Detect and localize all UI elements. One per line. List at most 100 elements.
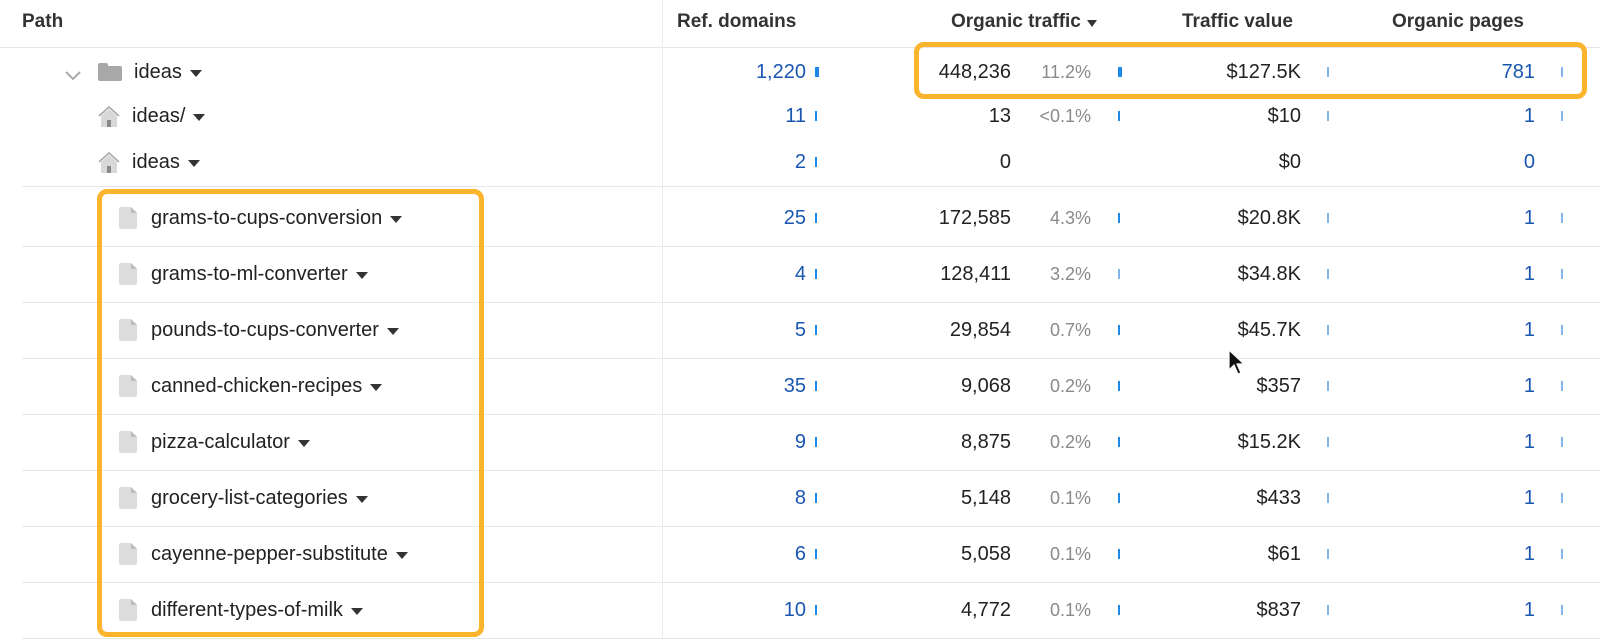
file-icon — [118, 319, 137, 341]
ref-domains-value[interactable]: 1,220 — [756, 60, 806, 84]
dropdown-caret-icon[interactable] — [386, 327, 399, 335]
organic-pages-value[interactable]: 1 — [1524, 542, 1535, 566]
ref-domains-bar — [815, 269, 817, 279]
table-row[interactable]: different-types-of-milk 10 4,772 0.1% $837 1 — [0, 582, 1600, 638]
dropdown-caret-icon[interactable] — [193, 113, 206, 121]
organic-pages-bar — [1561, 605, 1563, 615]
table-row[interactable]: grocery-list-categories 8 5,148 0.1% $433 1 — [0, 470, 1600, 526]
organic-traffic-value: 0 — [999, 151, 1011, 173]
column-header-path[interactable]: Path — [22, 11, 63, 33]
organic-traffic-percent: 0.1% — [1049, 488, 1091, 508]
path-link[interactable]: different-types-of-milk — [151, 598, 343, 622]
organic-traffic-value: 172,585 — [938, 207, 1011, 229]
ref-domains-bar — [815, 213, 817, 223]
organic-pages-value[interactable]: 781 — [1502, 60, 1535, 84]
ref-domains-value[interactable]: 25 — [784, 206, 806, 230]
table-row[interactable]: grams-to-ml-converter 4 128,411 3.2% $34.8K 1 — [0, 246, 1600, 302]
traffic-value: $357 — [1256, 375, 1302, 397]
ref-domains-value[interactable]: 11 — [785, 104, 806, 128]
organic-traffic-percent: <0.1% — [1039, 106, 1091, 126]
dropdown-caret-icon[interactable] — [355, 495, 368, 503]
path-cell: ideas — [64, 60, 202, 84]
ref-domains-value[interactable]: 4 — [795, 262, 806, 286]
ref-domains-value[interactable]: 6 — [795, 542, 806, 566]
organic-traffic-percent: 0.2% — [1049, 432, 1091, 452]
organic-pages-value[interactable]: 1 — [1524, 486, 1535, 510]
path-link[interactable]: pounds-to-cups-converter — [151, 318, 379, 342]
organic-traffic-bar — [1118, 325, 1120, 335]
ref-domains-value[interactable]: 5 — [795, 318, 806, 342]
ref-domains-value[interactable]: 8 — [795, 486, 806, 510]
table-row[interactable]: ideas/11 13 <0.1% $10 1 — [0, 94, 1600, 138]
organic-pages-value[interactable]: 1 — [1524, 262, 1535, 286]
organic-pages-value[interactable]: 0 — [1524, 150, 1535, 174]
dropdown-caret-icon[interactable] — [355, 271, 368, 279]
path-link[interactable]: grams-to-ml-converter — [151, 262, 348, 286]
traffic-value-bar — [1327, 325, 1329, 335]
organic-pages-value[interactable]: 1 — [1524, 374, 1535, 398]
path-link[interactable]: ideas/ — [132, 104, 185, 128]
path-link[interactable]: grocery-list-categories — [151, 486, 348, 510]
traffic-value: $34.8K — [1237, 263, 1301, 285]
dropdown-caret-icon[interactable] — [350, 607, 363, 615]
ref-domains-bar — [815, 157, 817, 167]
organic-traffic-percent: 0.2% — [1049, 376, 1091, 396]
table-row[interactable]: pizza-calculator 9 8,875 0.2% $15.2K 1 — [0, 414, 1600, 470]
path-cell: grams-to-ml-converter — [118, 262, 368, 286]
organic-pages-value[interactable]: 1 — [1524, 104, 1535, 128]
table-row[interactable]: ideas 1,220 448,236 11.2% $127.5K 781 — [0, 50, 1600, 94]
folder-icon — [98, 63, 122, 81]
path-link[interactable]: pizza-calculator — [151, 430, 290, 454]
home-icon — [97, 105, 121, 127]
organic-traffic-value: 9,068 — [960, 375, 1011, 397]
organic-traffic-bar — [1118, 381, 1120, 391]
organic-traffic-value: 448,236 — [938, 61, 1011, 83]
organic-pages-bar — [1561, 213, 1563, 223]
organic-pages-value[interactable]: 1 — [1524, 598, 1535, 622]
chevron-down-icon[interactable] — [64, 65, 81, 81]
organic-pages-value[interactable]: 1 — [1524, 318, 1535, 342]
ref-domains-value[interactable]: 10 — [784, 598, 806, 622]
table-row[interactable]: canned-chicken-recipes 35 9,068 0.2% $357 1 — [0, 358, 1600, 414]
dropdown-caret-icon[interactable] — [390, 215, 403, 223]
path-link[interactable]: cayenne-pepper-substitute — [151, 542, 388, 566]
file-icon — [118, 207, 137, 229]
path-link[interactable]: canned-chicken-recipes — [151, 374, 362, 398]
dropdown-caret-icon[interactable] — [187, 159, 200, 167]
organic-traffic-percent: 11.2% — [1041, 62, 1091, 82]
traffic-value-bar — [1327, 437, 1329, 447]
dropdown-caret-icon[interactable] — [297, 439, 310, 447]
path-link[interactable]: ideas — [132, 150, 180, 174]
home-icon — [97, 151, 121, 173]
organic-traffic-value: 29,854 — [949, 319, 1011, 341]
sort-caret-down-icon[interactable] — [1086, 19, 1097, 27]
path-link[interactable]: grams-to-cups-conversion — [151, 206, 382, 230]
organic-traffic-bar — [1118, 67, 1122, 77]
column-header-ref-domains[interactable]: Ref. domains — [677, 11, 796, 33]
organic-pages-bar — [1561, 549, 1563, 559]
column-header-organic-traffic[interactable]: Organic traffic — [951, 11, 1097, 33]
ref-domains-value[interactable]: 35 — [784, 374, 806, 398]
table-row[interactable]: ideas 2 0 $0 0 — [0, 138, 1600, 186]
ref-domains-value[interactable]: 2 — [795, 150, 806, 174]
dropdown-caret-icon[interactable] — [370, 383, 383, 391]
organic-pages-value[interactable]: 1 — [1524, 430, 1535, 454]
ref-domains-value[interactable]: 9 — [795, 430, 806, 454]
table-row[interactable]: pounds-to-cups-converter 5 29,854 0.7% $45.7… — [0, 302, 1600, 358]
path-cell: ideas/ — [97, 104, 206, 128]
organic-traffic-percent: 4.3% — [1049, 208, 1091, 228]
path-link[interactable]: ideas — [134, 60, 182, 84]
traffic-value: $837 — [1256, 599, 1302, 621]
traffic-value-bar — [1327, 213, 1329, 223]
column-header-organic-pages[interactable]: Organic pages — [1392, 11, 1524, 33]
ref-domains-bar — [815, 325, 817, 335]
column-header-traffic-value[interactable]: Traffic value — [1182, 11, 1293, 33]
organic-pages-bar — [1561, 325, 1563, 335]
organic-pages-value[interactable]: 1 — [1524, 206, 1535, 230]
dropdown-caret-icon[interactable] — [395, 551, 408, 559]
organic-traffic-bar — [1118, 549, 1120, 559]
dropdown-caret-icon[interactable] — [189, 69, 202, 77]
table-row[interactable]: cayenne-pepper-substitute 6 5,058 0.1% $61 1 — [0, 526, 1600, 582]
organic-traffic-value: 128,411 — [940, 263, 1011, 285]
table-row[interactable]: grams-to-cups-conversion 25 172,585 4.3% $20… — [0, 190, 1600, 246]
